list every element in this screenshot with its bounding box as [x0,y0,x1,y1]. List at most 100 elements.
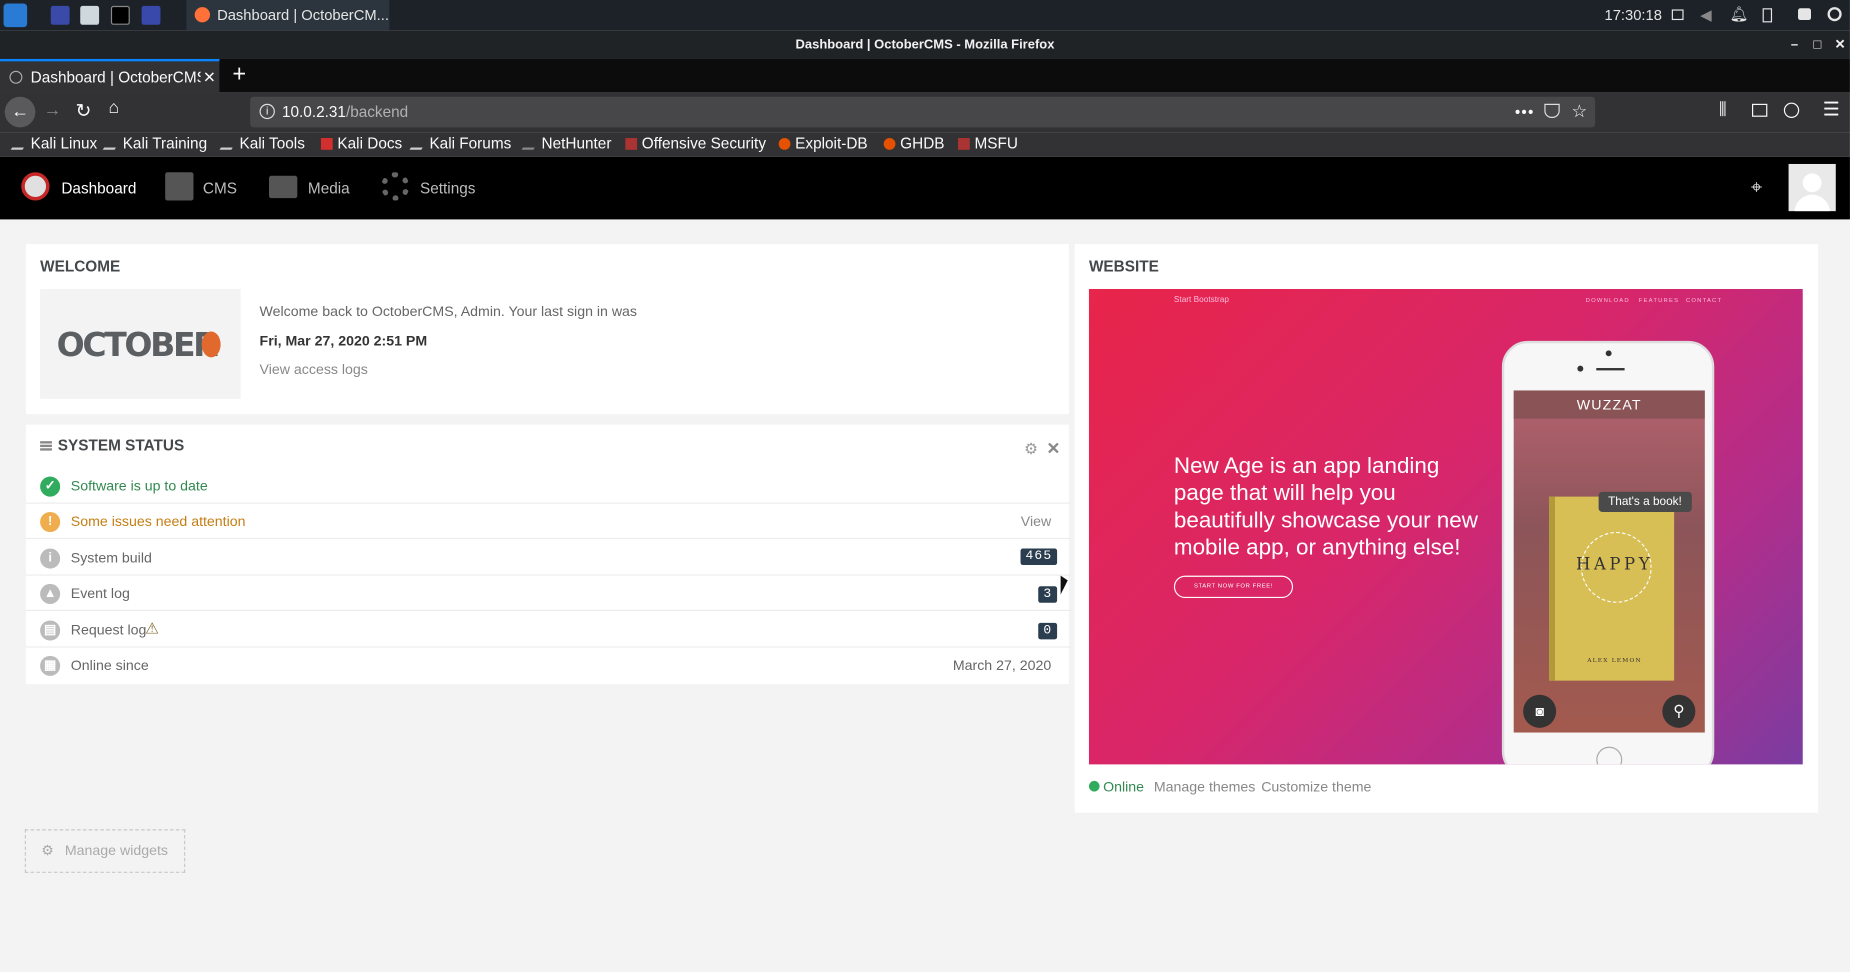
bookmark-star-icon[interactable]: ☆ [1571,97,1587,128]
notification-bell-icon[interactable]: 🔔︎ [1730,6,1749,24]
system-taskbar: Dashboard | OctoberCM... 17:30:18 ◀ 🔔︎ [0,0,1850,31]
website-widget: WEBSITE Start Bootstrap DOWNLOAD FEATURE… [1074,244,1819,813]
nav-media[interactable]: Media [268,157,350,220]
nav-cms[interactable]: CMS [165,157,237,220]
widget-settings-gear-icon[interactable]: ⚙ [1024,440,1038,459]
taskbar-firefox-item[interactable]: Dashboard | OctoberCM... [186,0,390,31]
maximize-icon[interactable]: □ [1813,31,1821,59]
taskbar-item-label: Dashboard | OctoberCM... [217,7,389,24]
bookmark-exploit-db[interactable]: Exploit-DB [778,134,868,152]
account-icon[interactable] [1783,102,1800,118]
status-label: Online since [70,657,149,674]
volume-icon[interactable]: ◀ [1700,6,1711,24]
phone-sensor [1605,350,1612,357]
firefox-icon [194,7,211,23]
status-row-build: i System build 465 [25,540,1072,576]
last-sign-in-date: Fri, Mar 27, 2020 2:51 PM [259,332,428,350]
phone-search-icon: ⚲ [1662,694,1696,728]
preview-website-icon[interactable]: ⌖ [1751,176,1762,200]
phone-speaker [1596,368,1625,371]
url-host: 10.0.2.31 [281,102,346,121]
kali-dragon-icon [10,138,30,150]
nav-dashboard[interactable]: Dashboard [21,157,136,220]
bookmark-kali-forums[interactable]: Kali Forums [409,134,511,152]
file-manager-icon[interactable] [80,5,100,25]
pocket-icon[interactable] [1544,103,1560,118]
new-tab-icon[interactable]: + [232,61,246,88]
battery-icon[interactable] [1762,8,1773,23]
kali-menu-icon[interactable] [3,3,28,28]
tab-dashboard[interactable]: Dashboard | OctoberCMS ✕ [0,58,220,93]
online-label: Online [1103,778,1145,796]
bookmark-kali-linux[interactable]: Kali Linux [10,134,97,152]
warning-circle-icon: ! [40,511,61,532]
bookmark-label: Offensive Security [641,134,767,153]
bookmark-kali-training[interactable]: Kali Training [102,134,207,152]
widget-close-icon[interactable]: ✕ [1046,439,1060,459]
kali-dragon-icon [102,138,122,150]
theme-preview-image[interactable]: Start Bootstrap DOWNLOAD FEATURES CONTAC… [1088,289,1803,765]
reload-icon[interactable]: ↻ [76,99,92,123]
nav-label: CMS [202,179,238,197]
preview-menu-item: FEATURES [1638,297,1680,305]
cms-icon [165,172,194,201]
book: HAPPY ALEX LEMON [1549,496,1675,681]
tab-close-icon[interactable]: ✕ [200,61,216,93]
power-icon[interactable] [1827,7,1842,22]
bookmark-offensive-security[interactable]: Offensive Security [625,134,766,152]
request-log-count-badge[interactable]: 0 [1038,622,1058,640]
nav-settings[interactable]: Settings [381,157,475,220]
close-window-icon[interactable]: ✕ [1835,31,1846,59]
info-icon[interactable]: i [259,103,275,120]
bookmark-msfu[interactable]: MSFU [957,134,1018,152]
drag-handle-mid [40,444,52,448]
clock[interactable]: 17:30:18 [1605,7,1662,24]
bookmark-label: GHDB [900,134,945,153]
workspace-icon[interactable] [50,5,70,25]
nav-label: Settings [420,179,476,197]
nethunter-icon [521,138,541,150]
page-actions-icon[interactable]: ••• [1515,97,1535,128]
system-status-widget: SYSTEM STATUS ⚙ ✕ ✓ Software is up to da… [25,424,1072,685]
navigation-toolbar: ← → ↻ ⌂ i 10.0.2.31/backend ••• ☆ ⫼ ☰ [0,92,1850,133]
bookmark-kali-tools[interactable]: Kali Tools [219,134,305,152]
view-access-logs-link[interactable]: View access logs [260,361,368,378]
status-row-update[interactable]: ✓ Software is up to date [25,468,1072,504]
lock-icon[interactable] [1798,8,1811,21]
manage-widgets-button[interactable]: ⚙ Manage widgets [24,829,186,873]
terminal-icon[interactable] [110,5,130,25]
customize-theme-link[interactable]: Customize theme [1261,779,1371,796]
dashboard-speedometer-icon [21,172,50,201]
bookmark-ghdb[interactable]: GHDB [883,134,945,153]
forward-icon[interactable]: → [44,100,62,120]
alert-triangle-icon: ⚠ [145,619,159,637]
check-circle-icon: ✓ [40,476,61,497]
status-row-online-since: ▦ Online since March 27, 2020 [26,648,1071,683]
website-heading: WEBSITE [1088,257,1159,275]
issues-view-link[interactable]: View [1021,513,1051,530]
status-row-issues[interactable]: ! Some issues need attention View [25,504,1072,540]
status-row-request-log[interactable]: ▤ Request log ⚠ 0 [25,612,1072,648]
event-log-count-badge[interactable]: 3 [1038,586,1058,603]
bookmark-kali-docs[interactable]: Kali Docs [320,134,402,152]
display-icon[interactable] [1671,9,1684,21]
library-icon[interactable]: ⫼ [1719,99,1727,119]
url-bar[interactable]: i 10.0.2.31/backend ••• ☆ [250,96,1596,128]
backend-main-menu: Dashboard CMS Media Settings ⌖ [0,156,1850,220]
home-icon[interactable]: ⌂ [109,98,120,118]
screen-recorder-icon[interactable] [141,5,161,25]
preview-cta-button: START NOW FOR FREE! [1173,575,1294,599]
tab-title: Dashboard | OctoberCMS [30,68,207,87]
sidebar-icon[interactable] [1752,103,1768,117]
status-row-event-log[interactable]: ▲ Event log 3 [25,576,1072,612]
phone-home-button [1596,746,1623,765]
hamburger-menu-icon[interactable]: ☰ [1823,98,1840,122]
welcome-widget: WELCOME OCTOBER Welcome back to OctoberC… [25,244,1069,415]
manage-themes-link[interactable]: Manage themes [1154,779,1256,796]
minimize-icon[interactable]: – [1791,31,1798,59]
back-icon[interactable]: ← [4,96,36,128]
phone-app-header: WUZZAT [1513,390,1705,419]
user-avatar[interactable] [1788,163,1836,212]
book-title: HAPPY [1575,555,1654,575]
bookmark-nethunter[interactable]: NetHunter [521,134,611,152]
